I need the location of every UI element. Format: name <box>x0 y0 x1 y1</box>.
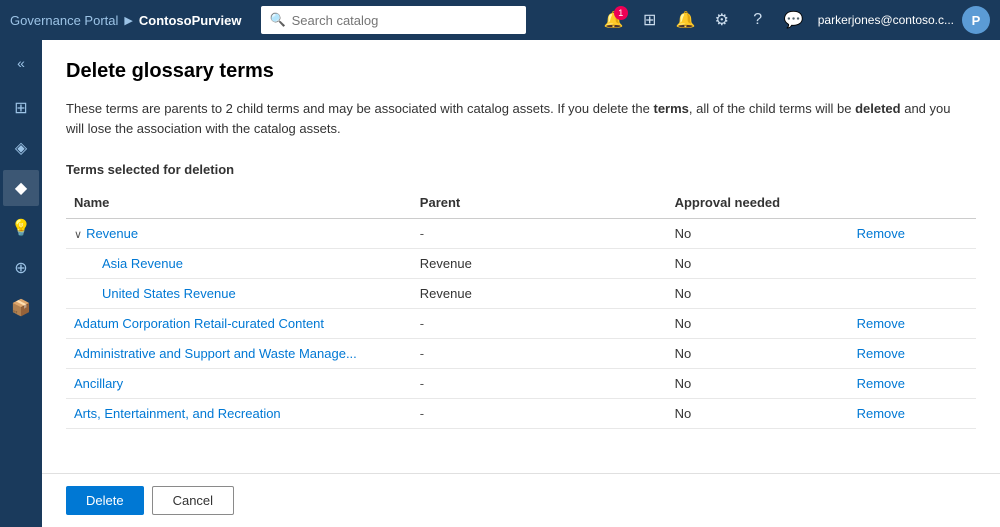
col-header-approval: Approval needed <box>667 189 849 219</box>
nav-chevron-icon: ▶ <box>124 14 132 27</box>
remove-link[interactable]: Remove <box>857 316 905 331</box>
term-action-cell <box>849 249 976 279</box>
top-navigation: Governance Portal ▶ ContosoPurview 🔍 🔔 1… <box>0 0 1000 40</box>
notification-button[interactable]: 🔔 1 <box>598 4 630 36</box>
term-action-cell: Remove <box>849 339 976 369</box>
topnav-icons: 🔔 1 ⊞ 🔔 ⚙ ? 💬 parkerjones@contoso.c... P <box>598 4 990 36</box>
user-avatar: P <box>962 6 990 34</box>
dash-icon: - <box>420 406 424 421</box>
table-row: Ancillary - No Remove <box>66 369 976 399</box>
dash-icon: - <box>420 316 424 331</box>
sidebar-item-sources[interactable]: 📦 <box>3 290 39 326</box>
remove-link[interactable]: Remove <box>857 376 905 391</box>
sidebar-item-home[interactable]: ⊞ <box>3 90 39 126</box>
user-email: parkerjones@contoso.c... <box>818 13 954 27</box>
term-approval: No <box>667 279 849 309</box>
col-header-name: Name <box>66 189 412 219</box>
sidebar-item-glossary[interactable]: ◆ <box>3 170 39 206</box>
delete-button[interactable]: Delete <box>66 486 144 515</box>
table-row: United States Revenue RevenueNo <box>66 279 976 309</box>
dash-icon: - <box>420 226 424 241</box>
search-input[interactable] <box>292 13 519 28</box>
expand-icon[interactable]: ∨ <box>74 228 82 241</box>
table-row: Arts, Entertainment, and Recreation - No Re… <box>66 399 976 429</box>
sidebar-item-manage[interactable]: ⊕ <box>3 250 39 286</box>
page-body: Delete glossary terms These terms are pa… <box>42 40 1000 473</box>
term-parent: - <box>412 339 667 369</box>
col-header-parent: Parent <box>412 189 667 219</box>
term-action-cell <box>849 279 976 309</box>
terms-table: Name Parent Approval needed ∨ Revenue - No… <box>66 189 976 429</box>
remove-link[interactable]: Remove <box>857 346 905 361</box>
warning-text: These terms are parents to 2 child terms… <box>66 99 966 138</box>
term-name-link[interactable]: Administrative and Support and Waste Man… <box>74 346 357 361</box>
sidebar: « ⊞ ◈ ◆ 💡 ⊕ 📦 <box>0 40 42 527</box>
table-row: ∨ Revenue - No Remove <box>66 219 976 249</box>
table-row: Adatum Corporation Retail-curated Conten… <box>66 309 976 339</box>
term-name-link[interactable]: Asia Revenue <box>102 256 183 271</box>
alerts-button[interactable]: 🔔 <box>670 4 702 36</box>
term-parent: Revenue <box>412 249 667 279</box>
purview-label: ContosoPurview <box>139 13 242 28</box>
help-button[interactable]: ? <box>742 4 774 36</box>
term-name-link[interactable]: Adatum Corporation Retail-curated Conten… <box>74 316 324 331</box>
sidebar-item-insights[interactable]: 💡 <box>3 210 39 246</box>
dash-icon: - <box>420 346 424 361</box>
term-approval: No <box>667 369 849 399</box>
portal-label: Governance Portal <box>10 13 118 28</box>
user-section[interactable]: parkerjones@contoso.c... P <box>818 6 990 34</box>
table-row: Administrative and Support and Waste Man… <box>66 339 976 369</box>
notification-badge: 1 <box>614 6 628 20</box>
term-parent: - <box>412 309 667 339</box>
sidebar-item-data[interactable]: ◈ <box>3 130 39 166</box>
term-action-cell: Remove <box>849 399 976 429</box>
term-name-link[interactable]: Arts, Entertainment, and Recreation <box>74 406 281 421</box>
term-name-link[interactable]: Revenue <box>86 226 138 241</box>
term-action-cell: Remove <box>849 309 976 339</box>
page-title: Delete glossary terms <box>66 60 976 83</box>
main-layout: « ⊞ ◈ ◆ 💡 ⊕ 📦 Delete glossary terms Thes… <box>0 40 1000 527</box>
term-parent: - <box>412 369 667 399</box>
feedback-button[interactable]: 💬 <box>778 4 810 36</box>
term-approval: No <box>667 249 849 279</box>
term-parent: Revenue <box>412 279 667 309</box>
cancel-button[interactable]: Cancel <box>152 486 234 515</box>
col-header-action <box>849 189 976 219</box>
remove-link[interactable]: Remove <box>857 406 905 421</box>
term-action-cell: Remove <box>849 219 976 249</box>
search-icon: 🔍 <box>269 12 285 28</box>
term-action-cell: Remove <box>849 369 976 399</box>
term-name-link[interactable]: Ancillary <box>74 376 123 391</box>
brand-area: Governance Portal ▶ ContosoPurview <box>10 13 241 28</box>
settings-button[interactable]: ⚙ <box>706 4 738 36</box>
apps-button[interactable]: ⊞ <box>634 4 666 36</box>
table-row: Asia Revenue RevenueNo <box>66 249 976 279</box>
term-approval: No <box>667 219 849 249</box>
sidebar-toggle-button[interactable]: « <box>3 48 39 78</box>
search-bar[interactable]: 🔍 <box>261 6 526 34</box>
term-approval: No <box>667 309 849 339</box>
remove-link[interactable]: Remove <box>857 226 905 241</box>
term-parent: - <box>412 219 667 249</box>
dash-icon: - <box>420 376 424 391</box>
footer: Delete Cancel <box>42 473 1000 527</box>
section-label: Terms selected for deletion <box>66 162 976 177</box>
content-area: Delete glossary terms These terms are pa… <box>42 40 1000 527</box>
term-name-link[interactable]: United States Revenue <box>102 286 236 301</box>
term-approval: No <box>667 339 849 369</box>
term-approval: No <box>667 399 849 429</box>
term-parent: - <box>412 399 667 429</box>
